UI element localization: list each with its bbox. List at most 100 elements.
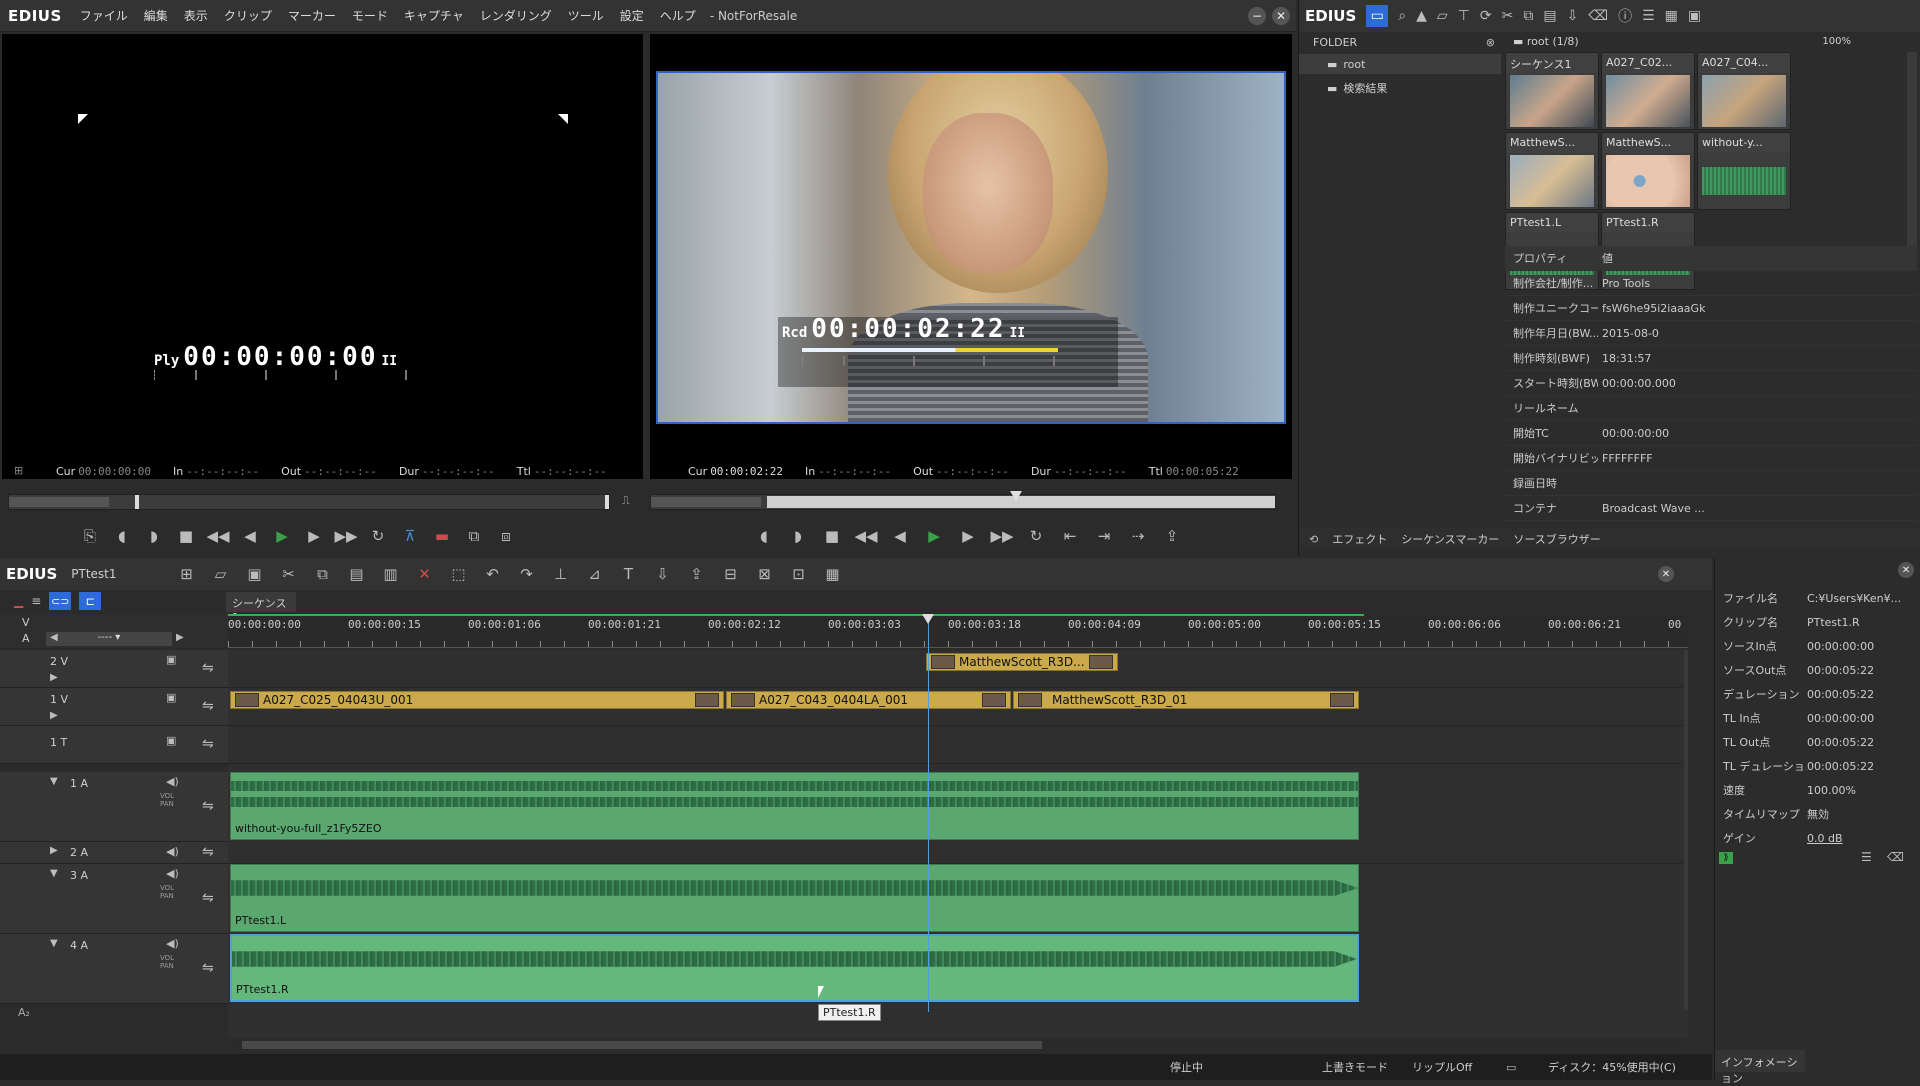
clip-thumb[interactable]: A027_C04... (1697, 52, 1791, 130)
track-area[interactable]: MatthewScott_R3D... A027_C025_04043U_001… (228, 614, 1688, 1038)
bin-menu-icon[interactable]: ▣ (1688, 8, 1701, 24)
track-header-4a[interactable]: ▼ 4 A ◀) VOL PAN ⇋ (0, 934, 228, 1004)
track-sync-icon[interactable]: ⇋ (202, 844, 214, 860)
play-icon[interactable]: ▶ (268, 523, 296, 549)
info-delete-icon[interactable]: ⌫ (1887, 850, 1904, 864)
thumbnail-view-icon[interactable]: ▦ (1665, 8, 1678, 24)
timeline-ruler[interactable]: 00:00:00:00 00:00:00:15 00:00:01:06 00:00:0… (228, 614, 1688, 648)
timeline-playhead[interactable] (921, 614, 934, 1012)
tl-delete-icon[interactable]: ✕ (411, 561, 439, 587)
info-list-icon[interactable]: ☰ (1861, 850, 1872, 864)
list-view-icon[interactable]: ☰ (1642, 8, 1655, 24)
speaker-icon[interactable]: ◀) (166, 775, 179, 788)
tl-cut-icon[interactable]: ✂ (275, 561, 303, 587)
export-icon[interactable]: ⇪ (1158, 523, 1186, 549)
menu-file[interactable]: ファイル (80, 7, 128, 24)
volpan-label[interactable]: VOL PAN (160, 792, 184, 808)
recorder-scrub-bar[interactable] (650, 491, 1276, 510)
search-icon[interactable]: ⌕ (1398, 8, 1406, 24)
clip-v2-matthew[interactable]: MatthewScott_R3D... (926, 653, 1118, 671)
snapshot-icon[interactable]: ⊡ (785, 561, 813, 587)
menu-mode[interactable]: モード (352, 7, 388, 24)
ripple-delete-icon[interactable]: ⬚ (445, 561, 473, 587)
rec-step-back-icon[interactable]: ◀ (886, 523, 914, 549)
menu-capture[interactable]: キャプチャ (404, 7, 464, 24)
menu-view[interactable]: 表示 (184, 7, 208, 24)
mark-in-icon[interactable]: ◖ (108, 523, 136, 549)
copy-icon[interactable]: ⧉ (1523, 8, 1533, 24)
menu-help[interactable]: ヘルプ (660, 7, 696, 24)
clip-thumb[interactable]: シーケンス1 (1505, 52, 1599, 130)
recorder-monitor[interactable]: Rcd 00:00:02:22 II (650, 34, 1292, 479)
mixer-icon[interactable]: ⊠ (751, 561, 779, 587)
info-row[interactable]: ゲイン 0.0 dB (1715, 826, 1920, 850)
tab-effects[interactable]: エフェクト (1332, 531, 1387, 547)
recorder-playhead[interactable] (1009, 491, 1022, 501)
speaker-icon[interactable]: ◀) (166, 845, 179, 858)
track-sync-icon[interactable]: ⇋ (202, 890, 214, 906)
folder-item-search[interactable]: ▬ 検索結果 (1299, 78, 1501, 98)
overwrite-mode-icon[interactable]: ≡ (31, 594, 41, 608)
render-icon[interactable]: ⇩ (649, 561, 677, 587)
track-sync-icon[interactable]: ⇋ (202, 736, 214, 752)
folder-view-icon[interactable]: ▭ (1366, 5, 1389, 27)
mark-out-icon[interactable]: ◗ (140, 523, 168, 549)
track-expand-icon[interactable]: ▶ (50, 672, 58, 683)
clip-v1-a027-c043[interactable]: A027_C043_0404LA_001 (726, 691, 1011, 709)
stop-icon[interactable]: ■ (172, 523, 200, 549)
rec-step-forward-icon[interactable]: ▶ (954, 523, 982, 549)
track-header-3a[interactable]: ▼ 3 A ◀) VOL PAN ⇋ (0, 864, 228, 934)
clip-v1-matthew[interactable]: MatthewScott_R3D_01 (1013, 691, 1359, 709)
folder-item-root[interactable]: ▬ root (1299, 54, 1501, 74)
track-collapse-icon[interactable]: ▼ (50, 938, 58, 949)
clip-thumb[interactable]: MatthewS... (1601, 132, 1695, 210)
split-icon[interactable]: ⊥ (547, 561, 575, 587)
track-visibility-icon[interactable]: ▣ (166, 691, 176, 704)
ripple-mode-icon[interactable]: ⊏ (79, 592, 102, 610)
up-folder-icon[interactable]: ▲ (1416, 8, 1427, 24)
filter-icon[interactable]: ⟫ (1719, 852, 1733, 864)
track-expand-icon[interactable]: ▶ (50, 845, 58, 856)
timeline-close-icon[interactable]: ✕ (1658, 566, 1674, 582)
set-in-icon[interactable]: ⎘ (76, 523, 104, 549)
menu-edit[interactable]: 編集 (144, 7, 168, 24)
insert-icon[interactable]: ⊼ (396, 523, 424, 549)
tl-paste-icon[interactable]: ▤ (343, 561, 371, 587)
match-frame-icon[interactable]: ⧈ (492, 523, 520, 549)
sequence-tab[interactable]: シーケンス1 (226, 592, 296, 624)
speaker-icon[interactable]: ◀) (166, 937, 179, 950)
track-header-1a[interactable]: ▼ 1 A ◀) VOL PAN ⇋ (0, 772, 228, 842)
step-forward-icon[interactable]: ▶ (300, 523, 328, 549)
minimize-icon[interactable]: − (1248, 6, 1266, 25)
menu-marker[interactable]: マーカー (288, 7, 336, 24)
vertical-scrollbar[interactable] (1684, 650, 1688, 1010)
track-sync-icon[interactable]: ⇋ (202, 960, 214, 976)
menu-render[interactable]: レンダリング (480, 7, 552, 24)
rec-rewind-icon[interactable]: ◀◀ (852, 523, 880, 549)
horizontal-scroll-thumb[interactable] (242, 1041, 1042, 1049)
player-scrub-option-icon[interactable]: ⎍ (622, 494, 630, 508)
volpan-label[interactable]: VOL PAN (160, 884, 184, 900)
tl-copy-icon[interactable]: ⧉ (309, 561, 337, 587)
add-to-timeline-icon[interactable]: ⇩ (1567, 8, 1579, 24)
folder-close-icon[interactable]: ⊗ (1486, 36, 1495, 49)
rewind-icon[interactable]: ◀◀ (204, 523, 232, 549)
horizontal-scrollbar[interactable] (234, 1040, 1680, 1050)
clip-thumb[interactable]: without-y... (1697, 132, 1791, 210)
menu-clip[interactable]: クリップ (224, 7, 272, 24)
clip-a3-pttest1-l[interactable]: PTtest1.L (230, 864, 1359, 932)
track-visibility-icon[interactable]: ▣ (166, 734, 176, 747)
track-visibility-icon[interactable]: ▣ (166, 653, 176, 666)
close-icon[interactable]: ✕ (1272, 6, 1290, 25)
paste-special-icon[interactable]: ▥ (377, 561, 405, 587)
clip-a4-pttest1-r[interactable]: PTtest1.R (230, 934, 1359, 1002)
track-expand-icon[interactable]: ▶ (50, 710, 58, 721)
trim-icon[interactable]: ⊿ (581, 561, 609, 587)
tab-sequence-markers[interactable]: シーケンスマーカー (1401, 531, 1499, 547)
rec-fast-forward-icon[interactable]: ▶▶ (988, 523, 1016, 549)
replace-icon[interactable]: ⧉ (460, 523, 488, 549)
rec-play-icon[interactable]: ▶ (920, 523, 948, 549)
rec-mark-out-icon[interactable]: ◗ (784, 523, 812, 549)
menu-settings[interactable]: 設定 (620, 7, 644, 24)
track-header-2v[interactable]: 2 V ▣ ▶ ⇋ (0, 650, 228, 688)
